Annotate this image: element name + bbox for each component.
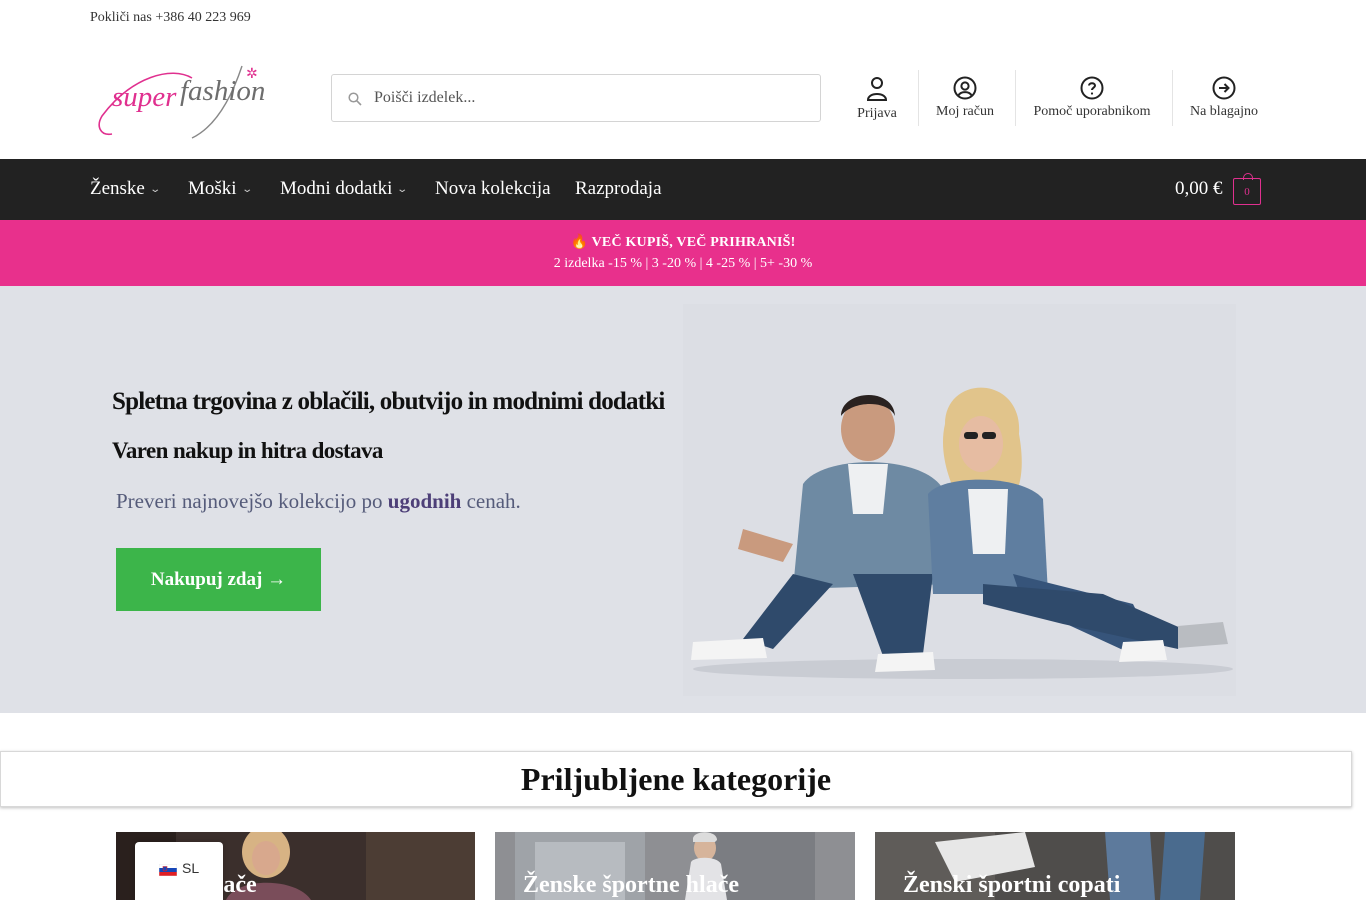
hero-subtitle: Varen nakup in hitra dostava (112, 438, 383, 463)
language-code: SL (182, 860, 200, 876)
header-divider (1015, 70, 1016, 126)
chevron-down-icon: ⌄ (240, 184, 253, 196)
logo-text-super: super (112, 81, 177, 113)
nav-item-label: Modni dodatki (280, 178, 393, 199)
hero-title: Spletna trgovina z oblačili, obutvijo in… (112, 388, 665, 415)
search-icon (348, 92, 362, 106)
nav-item-new-collection[interactable]: Nova kolekcija (435, 178, 551, 200)
hero-section: Spletna trgovina z oblačili, obutvijo in… (0, 286, 1366, 713)
chevron-down-icon: ⌄ (396, 184, 409, 196)
nav-item-label: Nova kolekcija (435, 178, 551, 199)
account-circle-icon (953, 76, 977, 100)
main-navigation: Ženske ⌄ Moški ⌄ Modni dodatki ⌄ Nova kolek… (0, 159, 1366, 220)
header-phone: Pokliči nas +386 40 223 969 (90, 10, 251, 25)
login-label: Prijava (857, 106, 897, 121)
search-input[interactable] (374, 75, 814, 121)
my-account-link[interactable]: Moj račun (930, 70, 1000, 126)
hero-text-end: cenah. (466, 489, 521, 513)
site-logo[interactable]: super fashion ✲ (92, 56, 282, 140)
cart-total[interactable]: 0,00 € (1175, 178, 1223, 200)
cart-count: 0 (1244, 186, 1250, 198)
logo-graphic: super fashion ✲ (98, 65, 265, 139)
slovenia-flag-icon (159, 864, 177, 876)
site-header: super fashion ✲ Prijava Moj račun (0, 40, 1366, 159)
promo-headline: 🔥 VEČ KUPIŠ, VEČ PRIHRANIŠ! (570, 235, 796, 250)
promo-banner: 🔥 VEČ KUPIŠ, VEČ PRIHRANIŠ! 2 izdelka -1… (0, 220, 1366, 286)
hero-text-bold: ugodnih (387, 489, 462, 513)
category-card[interactable]: Ženske športne hlače (495, 832, 855, 900)
customer-help-label: Pomoč uporabnikom (1033, 104, 1151, 119)
header-divider (1172, 70, 1173, 126)
nav-item-women[interactable]: Ženske ⌄ (90, 178, 161, 200)
checkout-link[interactable]: Na blagajno (1185, 70, 1263, 126)
nav-item-label: Ženske (90, 178, 145, 199)
promo-details: 2 izdelka -15 % | 3 -20 % | 4 -25 % | 5+… (553, 256, 813, 271)
nav-item-sale[interactable]: Razprodaja (575, 178, 662, 200)
hero-text-start: Preveri najnovejšo kolekcijo po (116, 489, 383, 513)
login-link[interactable]: Prijava (848, 70, 906, 126)
header-divider (918, 70, 919, 126)
category-label: Ženski športni copati (903, 872, 1121, 898)
help-circle-icon (1080, 76, 1104, 100)
hero-text: Preveri najnovejšo kolekcijo po ugodnih … (116, 489, 521, 514)
language-switcher[interactable]: SL (135, 842, 223, 900)
category-label: Ženske športne hlače (523, 872, 739, 898)
cart-bag-icon[interactable]: 0 (1233, 173, 1261, 205)
nav-item-accessories[interactable]: Modni dodatki ⌄ (280, 178, 409, 200)
category-card[interactable]: Ženski športni copati (875, 832, 1235, 900)
customer-help-link[interactable]: Pomoč uporabnikom (1026, 70, 1158, 126)
checkout-label: Na blagajno (1189, 104, 1259, 119)
shop-now-button[interactable]: Nakupuj zdaj → (116, 548, 321, 611)
svg-text:✲: ✲ (246, 66, 258, 82)
user-icon (866, 77, 888, 101)
nav-item-label: Moški (188, 178, 237, 199)
search-box[interactable] (331, 74, 821, 122)
nav-item-men[interactable]: Moški ⌄ (188, 178, 253, 200)
chevron-down-icon: ⌄ (149, 184, 161, 196)
hero-models-image (683, 304, 1236, 696)
arrow-right-circle-icon (1212, 76, 1236, 100)
my-account-label: Moj račun (936, 104, 994, 119)
categories-title-bar: Priljubljene kategorije (0, 751, 1352, 807)
nav-item-label: Razprodaja (575, 178, 662, 199)
categories-title: Priljubljene kategorije (520, 761, 832, 797)
